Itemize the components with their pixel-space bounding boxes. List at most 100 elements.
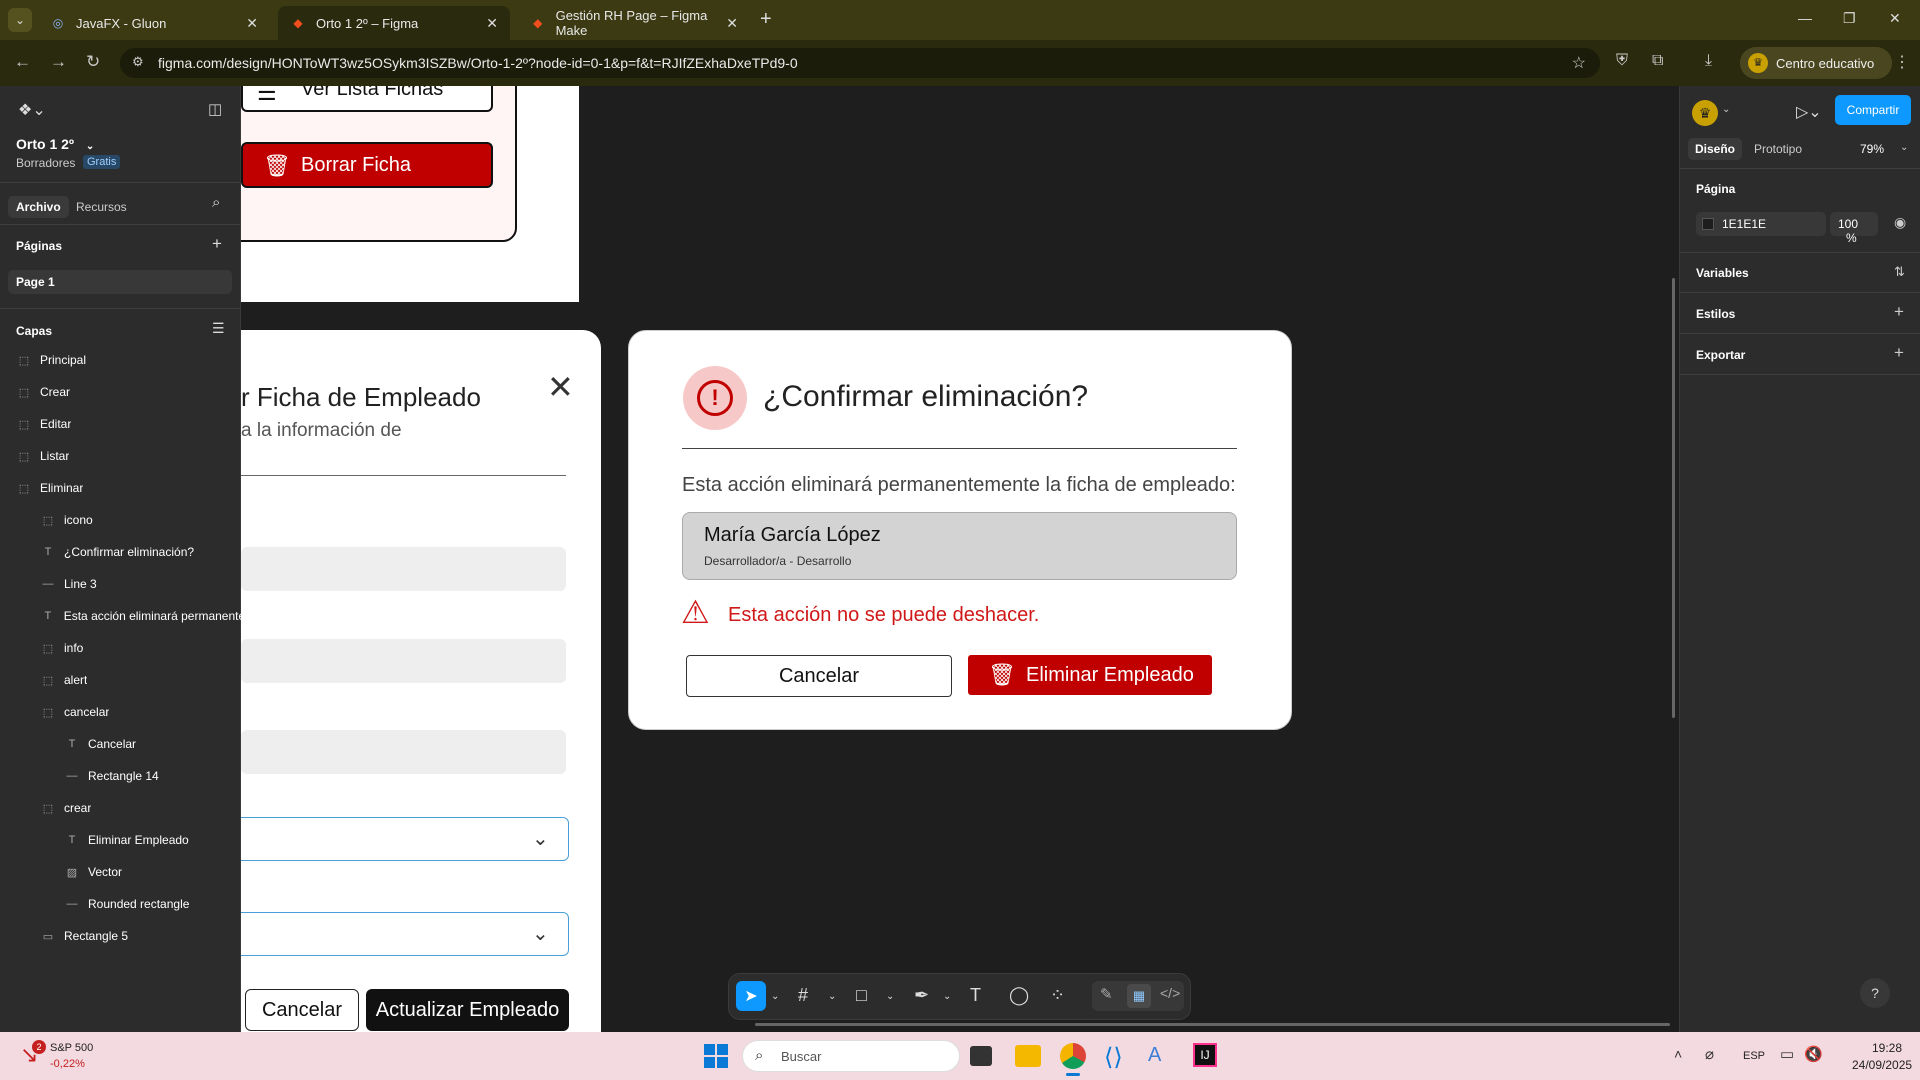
move-tool-button[interactable]: ➤ xyxy=(736,981,766,1011)
pen-tool-icon[interactable]: ✒ xyxy=(914,985,929,1006)
layer-item[interactable]: — Rectangle 14 xyxy=(0,766,241,786)
shield-icon[interactable]: ⛨ xyxy=(1616,52,1628,70)
bookmark-star-icon[interactable]: ☆ xyxy=(1572,53,1586,73)
clock-date[interactable]: 24/09/2025 xyxy=(1852,1058,1912,1072)
user-avatar[interactable]: ♛ xyxy=(1692,100,1718,126)
help-button[interactable]: ? xyxy=(1860,978,1890,1008)
layer-item[interactable]: ⬚ Editar xyxy=(0,414,241,434)
site-info-icon[interactable]: ⚙ xyxy=(132,54,144,70)
edit-select-2[interactable]: ⌄ xyxy=(241,912,569,956)
volume-muted-icon[interactable]: 🔇 xyxy=(1804,1045,1823,1063)
layer-item[interactable]: T Eliminar Empleado xyxy=(0,830,241,850)
horizontal-scrollbar[interactable] xyxy=(755,1023,1670,1026)
comment-tool-icon[interactable]: ◯ xyxy=(1009,985,1029,1006)
layer-item[interactable]: ⬚ icono xyxy=(0,510,241,530)
clock-time[interactable]: 19:28 xyxy=(1872,1041,1902,1055)
browser-menu-icon[interactable]: ⋮ xyxy=(1894,52,1910,72)
tab-search-button[interactable]: ⌄ xyxy=(8,8,32,32)
close-icon[interactable]: ✕ xyxy=(547,368,574,406)
delete-ficha-button[interactable]: 🗑 Borrar Ficha xyxy=(241,142,493,188)
layer-item[interactable]: ⬚ Crear xyxy=(0,382,241,402)
page-opacity-field[interactable]: 100 % xyxy=(1830,212,1878,245)
url-field[interactable]: ⚙ figma.com/design/HONToWT3wz5OSykm3ISZB… xyxy=(120,48,1600,78)
chevron-down-icon[interactable]: ⌄ xyxy=(1900,142,1908,153)
pen-tool-chevron-icon[interactable]: ⌄ xyxy=(943,991,951,1002)
share-button[interactable]: Compartir xyxy=(1835,95,1911,125)
close-window-button[interactable]: ✕ xyxy=(1889,10,1901,27)
profile-button[interactable]: ♛ Centro educativo xyxy=(1740,47,1892,79)
text-tool-icon[interactable]: T xyxy=(970,985,981,1006)
android-studio-icon[interactable]: A xyxy=(1148,1044,1161,1067)
display-icon[interactable]: ▭ xyxy=(1780,1045,1794,1063)
tab-figma-make[interactable]: ◆ Gestión RH Page – Figma Make ✕ xyxy=(518,6,750,40)
tab-archivo[interactable]: Archivo xyxy=(8,196,69,218)
design-mode-icon[interactable]: ▦ xyxy=(1127,984,1151,1008)
toggle-sidebar-icon[interactable]: ◫ xyxy=(208,100,222,118)
figma-menu-icon[interactable]: ❖⌄ xyxy=(18,100,46,120)
layer-item[interactable]: ▨ Vector xyxy=(0,862,241,882)
layer-item[interactable]: — Line 3 xyxy=(0,574,241,594)
tray-chevron-icon[interactable]: ˄ xyxy=(1674,1046,1682,1062)
variables-section[interactable]: Variables xyxy=(1696,266,1749,280)
intellij-icon[interactable]: IJ xyxy=(1193,1043,1217,1067)
tab-diseno[interactable]: Diseño xyxy=(1688,138,1743,160)
add-style-icon[interactable]: + xyxy=(1894,302,1904,322)
vertical-scrollbar[interactable] xyxy=(1672,278,1675,718)
tab-prototipo[interactable]: Prototipo xyxy=(1754,142,1802,156)
layer-item[interactable]: — Rounded rectangle xyxy=(0,894,241,914)
zoom-level[interactable]: 79% xyxy=(1860,142,1884,156)
styles-section[interactable]: Estilos xyxy=(1696,307,1735,321)
variables-icon[interactable]: ⇅ xyxy=(1894,264,1905,280)
windows-start-icon[interactable] xyxy=(704,1044,728,1068)
new-tab-button[interactable]: + xyxy=(760,8,772,31)
file-name[interactable]: Orto 1 2º ⌄ xyxy=(16,136,94,152)
file-explorer-icon[interactable] xyxy=(1015,1045,1041,1067)
close-tab-icon[interactable]: ✕ xyxy=(246,15,258,32)
taskbar-search[interactable]: ⌕ Buscar xyxy=(742,1040,960,1072)
move-tool-chevron-icon[interactable]: ⌄ xyxy=(771,991,779,1002)
layer-item[interactable]: T Esta acción eliminará permanente xyxy=(0,606,241,626)
edit-cancel-button[interactable]: Cancelar xyxy=(245,989,359,1031)
chevron-down-icon[interactable]: ⌄ xyxy=(1722,104,1730,115)
frame-tool-icon[interactable]: # xyxy=(798,985,808,1006)
search-icon[interactable]: ⌕ xyxy=(212,194,220,211)
task-view-icon[interactable] xyxy=(970,1046,992,1066)
extensions-icon[interactable]: ⧉ xyxy=(1652,52,1663,70)
edit-select-1[interactable]: ⌄ xyxy=(241,817,569,861)
color-swatch[interactable] xyxy=(1702,218,1714,230)
layer-item[interactable]: ⬚ Principal xyxy=(0,350,241,370)
tab-figma-orto[interactable]: ◆ Orto 1 2º – Figma ✕ xyxy=(278,6,510,40)
export-section[interactable]: Exportar xyxy=(1696,348,1745,362)
layers-options-icon[interactable]: ☰ xyxy=(212,320,225,337)
draw-mode-icon[interactable]: ✎ xyxy=(1100,985,1113,1003)
layer-item[interactable]: ⬚ info xyxy=(0,638,241,658)
reload-icon[interactable]: ↻ xyxy=(86,52,100,72)
shape-tool-chevron-icon[interactable]: ⌄ xyxy=(886,991,894,1002)
chrome-icon[interactable] xyxy=(1060,1043,1086,1069)
forward-icon[interactable]: → xyxy=(50,52,67,72)
layer-item[interactable]: ⬚ alert xyxy=(0,670,241,690)
layer-item[interactable]: T Cancelar xyxy=(0,734,241,754)
page-item-page-1[interactable]: Page 1 xyxy=(8,270,232,294)
maximize-button[interactable]: ❐ xyxy=(1843,10,1856,27)
page-color-field[interactable]: 1E1E1E xyxy=(1696,212,1826,236)
list-fichas-button[interactable]: ☰ Ver Lista Fichas xyxy=(241,86,493,112)
language-indicator[interactable]: ESP xyxy=(1743,1050,1765,1062)
layer-item[interactable]: T ¿Confirmar eliminación? xyxy=(0,542,241,562)
edit-input-2[interactable] xyxy=(241,639,566,683)
actions-tool-icon[interactable]: ⁘ xyxy=(1050,985,1065,1006)
layer-item[interactable]: ⬚ Eliminar xyxy=(0,478,241,498)
layer-item[interactable]: ⬚ cancelar xyxy=(0,702,241,722)
delete-cancel-button[interactable]: Cancelar xyxy=(686,655,952,697)
eliminar-empleado-button[interactable]: 🗑 Eliminar Empleado xyxy=(968,655,1212,695)
shape-tool-icon[interactable]: □ xyxy=(856,985,867,1006)
back-icon[interactable]: ← xyxy=(14,52,31,72)
download-icon[interactable]: ⤓ xyxy=(1705,52,1712,70)
minimize-button[interactable]: — xyxy=(1798,10,1812,26)
frame-tool-chevron-icon[interactable]: ⌄ xyxy=(828,991,836,1002)
vscode-icon[interactable]: ⟨⟩ xyxy=(1104,1043,1123,1072)
network-icon[interactable]: ⌀ xyxy=(1705,1045,1714,1063)
present-play-icon[interactable]: ▷⌄ xyxy=(1796,102,1822,122)
add-page-icon[interactable]: + xyxy=(212,234,222,254)
layer-item[interactable]: ⬚ Listar xyxy=(0,446,241,466)
